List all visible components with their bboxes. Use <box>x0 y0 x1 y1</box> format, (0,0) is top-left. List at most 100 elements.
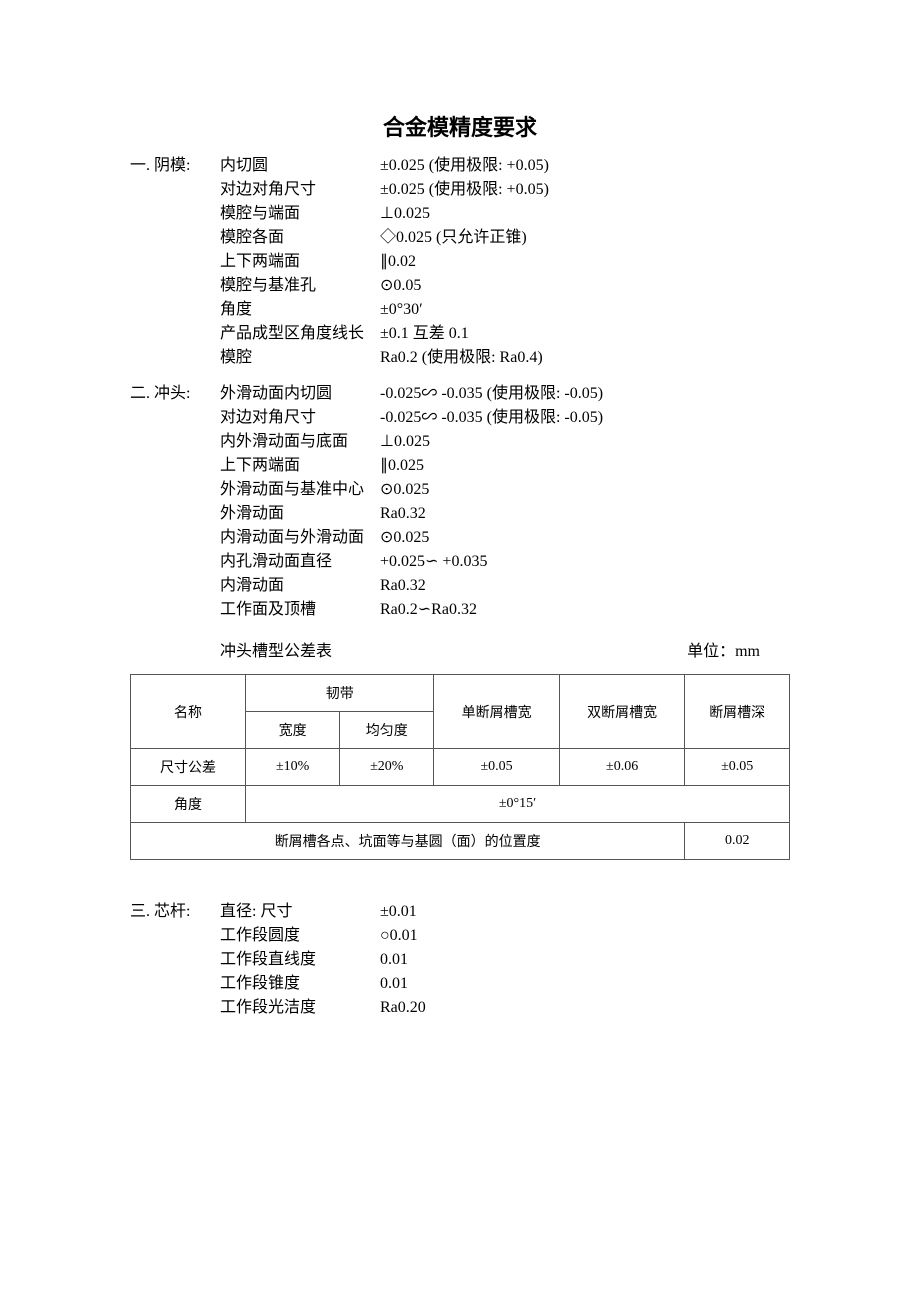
spec-value: ±0.025 (使用极限: +0.05) <box>380 178 790 202</box>
table-row: 断屑槽各点、坑面等与基圆（面）的位置度 0.02 <box>131 823 790 860</box>
spec-name: 内滑动面与外滑动面 <box>220 526 380 550</box>
spec-name: 工作面及顶槽 <box>220 598 380 622</box>
spec-value: +0.025∽ +0.035 <box>380 550 790 574</box>
spec-row: 模腔 Ra0.2 (使用极限: Ra0.4) <box>220 346 790 370</box>
table-row: 尺寸公差 ±10% ±20% ±0.05 ±0.06 ±0.05 <box>131 749 790 786</box>
section-yinmu: 一. 阴模: 内切圆±0.025 (使用极限: +0.05) 对边对角尺寸±0.… <box>130 154 790 370</box>
spec-value: ○0.01 <box>380 924 790 948</box>
spec-row: 工作段光洁度Ra0.20 <box>220 996 790 1020</box>
spec-row: 工作段锥度0.01 <box>220 972 790 996</box>
spec-name: 外滑动面与基准中心 <box>220 478 380 502</box>
spec-name: 工作段光洁度 <box>220 996 380 1020</box>
spec-row: 外滑动面Ra0.32 <box>220 502 790 526</box>
cell-angle-val: ±0°15′ <box>246 786 790 823</box>
spec-value: ±0.01 <box>380 900 790 924</box>
spec-value: -0.025∽ -0.035 (使用极限: -0.05) <box>380 382 790 406</box>
spec-row: 上下两端面∥0.02 <box>220 250 790 274</box>
spec-name: 模腔与基准孔 <box>220 274 380 298</box>
spec-row: 工作面及顶槽Ra0.2∽Ra0.32 <box>220 598 790 622</box>
section-xingang: 三. 芯杆: 直径: 尺寸±0.01 工作段圆度○0.01 工作段直线度0.01… <box>130 900 790 1020</box>
section-label-1: 一. 阴模: <box>130 154 220 370</box>
spec-value: ±0°30′ <box>380 298 790 322</box>
spec-row: 内孔滑动面直径+0.025∽ +0.035 <box>220 550 790 574</box>
spec-value: -0.025∽ -0.035 (使用极限: -0.05) <box>380 406 790 430</box>
col-rd-header: 韧带 <box>246 675 434 712</box>
spec-value: ⊙0.025 <box>380 526 790 550</box>
spec-name: 直径: 尺寸 <box>220 900 380 924</box>
spec-value: ∥0.02 <box>380 250 790 274</box>
section-1-rows: 内切圆±0.025 (使用极限: +0.05) 对边对角尺寸±0.025 (使用… <box>220 154 790 370</box>
table-row: 角度 ±0°15′ <box>131 786 790 823</box>
row-angle-label: 角度 <box>131 786 246 823</box>
col-depth-header: 断屑槽深 <box>685 675 790 749</box>
spec-row: 工作段直线度0.01 <box>220 948 790 972</box>
spec-row: 角度 ±0°30′ <box>220 298 790 322</box>
spec-value: ∥0.025 <box>380 454 790 478</box>
spec-name: 内滑动面 <box>220 574 380 598</box>
spec-value: 0.01 <box>380 972 790 996</box>
section-2-rows: 外滑动面内切圆-0.025∽ -0.035 (使用极限: -0.05) 对边对角… <box>220 382 790 622</box>
spec-name: 产品成型区角度线长 <box>220 322 380 346</box>
spec-name: 外滑动面内切圆 <box>220 382 380 406</box>
spec-name: 模腔与端面 <box>220 202 380 226</box>
spec-row: 内外滑动面与底面⊥0.025 <box>220 430 790 454</box>
tolerance-table: 名称 韧带 单断屑槽宽 双断屑槽宽 断屑槽深 宽度 均匀度 尺寸公差 ±10% … <box>130 674 790 860</box>
spec-row: 内滑动面与外滑动面⊙0.025 <box>220 526 790 550</box>
spec-name: 外滑动面 <box>220 502 380 526</box>
cell-size-rdu: ±20% <box>340 749 434 786</box>
section-label-3: 三. 芯杆: <box>130 900 220 1020</box>
spec-name: 工作段直线度 <box>220 948 380 972</box>
spec-value: ⊥0.025 <box>380 202 790 226</box>
spec-name: 模腔各面 <box>220 226 380 250</box>
spec-row: 上下两端面∥0.025 <box>220 454 790 478</box>
spec-name: 对边对角尺寸 <box>220 178 380 202</box>
spec-row: 对边对角尺寸±0.025 (使用极限: +0.05) <box>220 178 790 202</box>
cell-size-double: ±0.06 <box>559 749 685 786</box>
table-row: 名称 韧带 单断屑槽宽 双断屑槽宽 断屑槽深 <box>131 675 790 712</box>
spec-name: 模腔 <box>220 346 380 370</box>
cell-size-single: ±0.05 <box>434 749 560 786</box>
spec-row: 模腔与基准孔⊙0.05 <box>220 274 790 298</box>
spec-value: Ra0.32 <box>380 574 790 598</box>
spec-name: 对边对角尺寸 <box>220 406 380 430</box>
table-header-line: 冲头槽型公差表 单位：mm <box>220 640 790 664</box>
cell-pos-val: 0.02 <box>685 823 790 860</box>
col-name-header: 名称 <box>131 675 246 749</box>
spec-name: 上下两端面 <box>220 454 380 478</box>
spec-value: Ra0.2 (使用极限: Ra0.4) <box>380 346 790 370</box>
col-single-header: 单断屑槽宽 <box>434 675 560 749</box>
spec-name: 工作段圆度 <box>220 924 380 948</box>
spec-value: ⊙0.05 <box>380 274 790 298</box>
spec-row: 内切圆±0.025 (使用极限: +0.05) <box>220 154 790 178</box>
col-rd-uniform-header: 均匀度 <box>340 712 434 749</box>
spec-value: Ra0.32 <box>380 502 790 526</box>
row-pos-label: 断屑槽各点、坑面等与基圆（面）的位置度 <box>131 823 685 860</box>
spec-value: Ra0.2∽Ra0.32 <box>380 598 790 622</box>
spec-value: 0.01 <box>380 948 790 972</box>
section-3-rows: 直径: 尺寸±0.01 工作段圆度○0.01 工作段直线度0.01 工作段锥度0… <box>220 900 790 1020</box>
spec-value: ±0.025 (使用极限: +0.05) <box>380 154 790 178</box>
spec-name: 内孔滑动面直径 <box>220 550 380 574</box>
spec-value: ⊙0.025 <box>380 478 790 502</box>
spec-row: 外滑动面与基准中心⊙0.025 <box>220 478 790 502</box>
spec-row: 对边对角尺寸-0.025∽ -0.035 (使用极限: -0.05) <box>220 406 790 430</box>
spec-value: ◇0.025 (只允许正锥) <box>380 226 790 250</box>
cell-size-depth: ±0.05 <box>685 749 790 786</box>
spec-row: 内滑动面Ra0.32 <box>220 574 790 598</box>
spec-name: 工作段锥度 <box>220 972 380 996</box>
section-label-2: 二. 冲头: <box>130 382 220 622</box>
document-title: 合金模精度要求 <box>130 110 790 142</box>
spec-name: 内切圆 <box>220 154 380 178</box>
spec-value: Ra0.20 <box>380 996 790 1020</box>
spec-name: 上下两端面 <box>220 250 380 274</box>
spec-row: 工作段圆度○0.01 <box>220 924 790 948</box>
spec-row: 直径: 尺寸±0.01 <box>220 900 790 924</box>
spec-value: ⊥0.025 <box>380 430 790 454</box>
spec-value: ±0.1 互差 0.1 <box>380 322 790 346</box>
table-unit: 单位：mm <box>687 640 790 664</box>
row-size-label: 尺寸公差 <box>131 749 246 786</box>
table-title: 冲头槽型公差表 <box>220 640 332 664</box>
spec-row: 模腔各面◇0.025 (只允许正锥) <box>220 226 790 250</box>
spec-row: 产品成型区角度线长 ±0.1 互差 0.1 <box>220 322 790 346</box>
spec-name: 内外滑动面与底面 <box>220 430 380 454</box>
